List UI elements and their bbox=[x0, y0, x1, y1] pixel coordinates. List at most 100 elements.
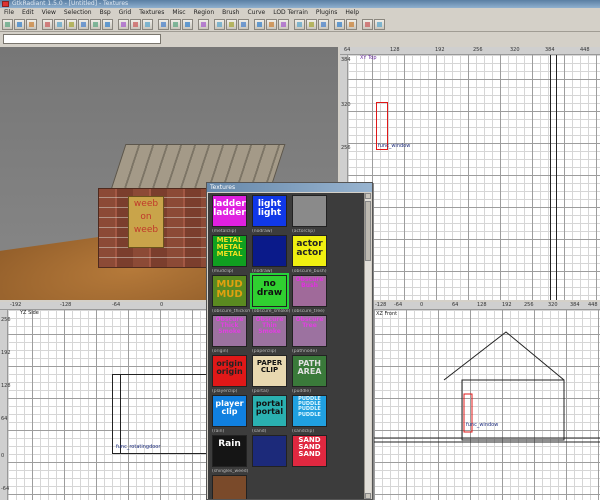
brush-outline[interactable] bbox=[112, 374, 207, 454]
texture-tile[interactable]: player clip bbox=[212, 395, 247, 427]
rotate-y-icon[interactable] bbox=[90, 18, 101, 30]
grid-icon[interactable] bbox=[318, 18, 329, 30]
flip-z-icon[interactable] bbox=[66, 18, 77, 30]
texture-tile[interactable]: Obscure Tree bbox=[292, 315, 327, 347]
texture-tile[interactable]: PATH AREA bbox=[292, 355, 327, 387]
texture-tile-text: ladder bbox=[213, 208, 246, 218]
xz-front-viewport[interactable]: -128 -64 0 64 128 192 256 320 384 448 XZ… bbox=[374, 302, 600, 500]
texture-tile[interactable]: Obscure Thick Smoke bbox=[212, 315, 247, 347]
menu-item-grid[interactable]: Grid bbox=[119, 8, 132, 17]
texture-tile[interactable]: no draw bbox=[250, 273, 289, 309]
texture-tile[interactable] bbox=[292, 195, 327, 227]
menu-item-region[interactable]: Region bbox=[194, 8, 215, 17]
plugin-icon[interactable] bbox=[374, 18, 385, 30]
texture-name: (shingles_weed) bbox=[212, 469, 249, 474]
vertex-mode-icon[interactable] bbox=[226, 18, 237, 30]
menu-item-curve[interactable]: Curve bbox=[247, 8, 265, 17]
textures-title-bar[interactable]: Textures bbox=[207, 183, 372, 192]
ruler-tick: 64 bbox=[1, 416, 8, 422]
title-bar: GtkRadiant 1.5.0 - [Untitled] - Textures bbox=[0, 0, 600, 8]
texture-tile-text: portal bbox=[255, 407, 284, 416]
menu-item-bsp[interactable]: Bsp bbox=[100, 8, 111, 17]
texture-tile[interactable]: Obscure Thin Smoke bbox=[252, 315, 287, 347]
textures-scrollbar[interactable] bbox=[364, 193, 371, 499]
ruler-tick: 384 bbox=[545, 47, 555, 53]
texture-tile[interactable]: PAPER CLIP bbox=[252, 355, 287, 387]
texture-tile[interactable] bbox=[252, 435, 287, 467]
clipper-icon[interactable] bbox=[198, 18, 209, 30]
menu-item-textures[interactable]: Textures bbox=[139, 8, 164, 17]
texture-tile[interactable]: ladder ladder bbox=[212, 195, 247, 227]
menu-item-lod-terrain[interactable]: LOD Terrain bbox=[273, 8, 308, 17]
house-outline-drawing bbox=[374, 331, 600, 443]
texture-tile-text: actor bbox=[296, 248, 323, 258]
hollow-icon[interactable] bbox=[182, 18, 193, 30]
undo-icon[interactable] bbox=[26, 18, 37, 30]
texture-tile[interactable] bbox=[212, 475, 247, 499]
scroll-down-icon[interactable] bbox=[365, 493, 371, 499]
texture-tile-text: AREA bbox=[297, 367, 322, 376]
texture-tile[interactable]: Obscure Bush bbox=[292, 275, 327, 307]
menu-item-view[interactable]: View bbox=[42, 8, 56, 17]
texture-tile-text: Smoke bbox=[218, 328, 241, 335]
ruler-tick: 0 bbox=[1, 453, 5, 459]
texture-tile-text: METAL bbox=[216, 250, 243, 258]
brush-edge bbox=[556, 55, 557, 300]
viewport-label: YZ Side bbox=[20, 310, 39, 316]
rotate-z-icon[interactable] bbox=[102, 18, 113, 30]
menu-item-file[interactable]: File bbox=[4, 8, 14, 17]
yz-ruler-left: 256 192 128 64 0 -64 bbox=[0, 310, 11, 500]
texture-tile-text: Bush bbox=[301, 282, 318, 289]
menu-item-plugins[interactable]: Plugins bbox=[316, 8, 338, 17]
texture-name: (playerclip) bbox=[212, 389, 238, 394]
menu-item-edit[interactable]: Edit bbox=[22, 8, 34, 17]
texture-tile[interactable]: PUDDLE PUDDLE PUDDLE PUDDLE bbox=[292, 395, 327, 427]
open-icon[interactable] bbox=[2, 18, 13, 30]
plugin-icon[interactable] bbox=[346, 18, 357, 30]
complete-tall-icon[interactable] bbox=[118, 18, 129, 30]
texture-tile[interactable]: portal portal bbox=[252, 395, 287, 427]
csg-subtract-icon[interactable] bbox=[158, 18, 169, 30]
texture-tile-text: PUDDLE bbox=[298, 412, 321, 418]
texture-tile[interactable] bbox=[252, 235, 287, 267]
texture-tile[interactable]: SAND SAND SAND bbox=[292, 435, 327, 467]
texture-tile-text: draw bbox=[256, 288, 283, 298]
scroll-thumb[interactable] bbox=[365, 201, 371, 261]
plugin-icon[interactable] bbox=[362, 18, 373, 30]
cubic-clip-icon[interactable] bbox=[334, 18, 345, 30]
texture-lock-icon[interactable] bbox=[266, 18, 277, 30]
menu-item-selection[interactable]: Selection bbox=[64, 8, 92, 17]
scale-icon[interactable] bbox=[278, 18, 289, 30]
command-input[interactable] bbox=[3, 34, 161, 44]
ruler-tick: 448 bbox=[580, 47, 590, 53]
flip-x-icon[interactable] bbox=[42, 18, 53, 30]
texture-name: (obscure_tree) bbox=[292, 309, 325, 314]
flip-y-icon[interactable] bbox=[54, 18, 65, 30]
scroll-up-icon[interactable] bbox=[365, 193, 371, 199]
edge-mode-icon[interactable] bbox=[238, 18, 249, 30]
filter-icon[interactable] bbox=[306, 18, 317, 30]
texture-name: (obscure_thicksmoke) bbox=[212, 309, 250, 314]
menu-item-misc[interactable]: Misc bbox=[172, 8, 185, 17]
texture-tile[interactable]: MUD MUD bbox=[212, 275, 247, 307]
texture-tile[interactable]: METAL METAL METAL bbox=[212, 235, 247, 267]
texture-tile[interactable]: origin origin bbox=[212, 355, 247, 387]
show-entities-icon[interactable] bbox=[294, 18, 305, 30]
csg-merge-icon[interactable] bbox=[170, 18, 181, 30]
menu-item-brush[interactable]: Brush bbox=[222, 8, 239, 17]
rotate-x-icon[interactable] bbox=[78, 18, 89, 30]
texture-tile[interactable]: light light bbox=[252, 195, 287, 227]
xy-top-viewport[interactable]: 64 128 192 256 320 384 448 384 320 256 X… bbox=[340, 47, 600, 300]
texture-tile[interactable]: actor actor bbox=[292, 235, 327, 267]
app-icon bbox=[2, 1, 9, 7]
patch-icon[interactable] bbox=[254, 18, 265, 30]
ruler-tick: 256 bbox=[473, 47, 483, 53]
save-icon[interactable] bbox=[14, 18, 25, 30]
select-inside-icon[interactable] bbox=[142, 18, 153, 30]
select-touching-icon[interactable] bbox=[130, 18, 141, 30]
texture-tile[interactable]: Rain bbox=[212, 435, 247, 467]
ruler-tick: 64 bbox=[344, 47, 351, 53]
camera-move-icon[interactable] bbox=[214, 18, 225, 30]
menu-item-help[interactable]: Help bbox=[345, 8, 359, 17]
texture-name: (paperclip) bbox=[252, 349, 277, 354]
